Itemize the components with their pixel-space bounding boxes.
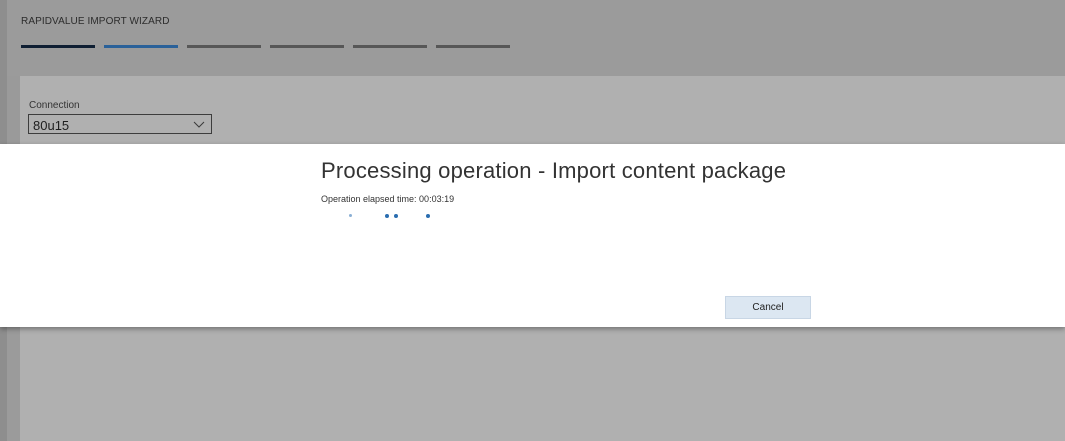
dialog-title: Processing operation - Import content pa… xyxy=(321,158,787,183)
loader-dot xyxy=(426,214,430,218)
wizard-step-5 xyxy=(353,45,427,48)
loader-dot xyxy=(349,214,352,217)
bottom-left-edge xyxy=(7,327,20,441)
processing-dialog: Processing operation - Import content pa… xyxy=(0,144,1065,327)
loader-dot xyxy=(394,214,398,218)
connection-value: 80u15 xyxy=(33,118,70,133)
connection-label: Connection xyxy=(29,100,80,111)
wizard-step-indicator xyxy=(21,45,521,48)
connection-panel: Connection 80u15 xyxy=(20,76,1065,144)
chevron-down-icon xyxy=(193,121,205,128)
wizard-header: RAPIDVALUE IMPORT WIZARD xyxy=(7,0,1065,76)
wizard-title: RAPIDVALUE IMPORT WIZARD xyxy=(21,16,170,27)
wizard-step-4 xyxy=(270,45,344,48)
connection-select[interactable]: 80u15 xyxy=(28,114,212,134)
wizard-step-1 xyxy=(21,45,95,48)
progress-dots-loader xyxy=(340,210,460,222)
loader-dot xyxy=(385,214,389,218)
wizard-step-6 xyxy=(436,45,510,48)
elapsed-time-text: Operation elapsed time: 00:03:19 xyxy=(321,194,455,204)
content-area-background xyxy=(20,327,1065,441)
wizard-step-3 xyxy=(187,45,261,48)
app-window: RAPIDVALUE IMPORT WIZARD Connection 80u1… xyxy=(0,0,1065,441)
cancel-button[interactable]: Cancel xyxy=(725,296,811,319)
wizard-step-2 xyxy=(104,45,178,48)
